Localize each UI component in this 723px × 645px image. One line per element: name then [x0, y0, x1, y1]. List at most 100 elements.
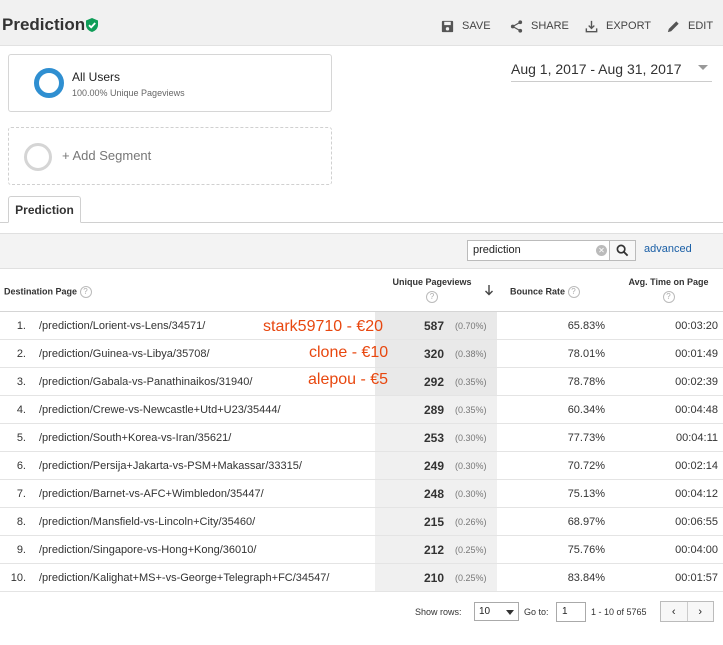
show-rows-label: Show rows:: [415, 607, 462, 617]
row-index: 7.: [16, 488, 26, 500]
table-row: 7. /prediction/Barnet-vs-AFC+Wimbledon/35…: [0, 480, 723, 508]
export-button[interactable]: EXPORT: [584, 17, 651, 35]
unique-pageviews-value: 212: [423, 543, 444, 557]
row-index: 6.: [16, 460, 26, 472]
unique-pageviews-value: 289: [423, 403, 444, 417]
add-segment-label: + Add Segment: [62, 148, 152, 163]
avg-time-value: 00:04:12: [675, 488, 718, 500]
annotation-first-place: stark59710 - €20: [263, 318, 384, 335]
destination-page-link[interactable]: /prediction/South+Korea-vs-Iran/35621/: [39, 432, 231, 444]
share-icon: [510, 19, 523, 33]
save-button[interactable]: SAVE: [440, 17, 491, 35]
empty-segment-ring-icon: [24, 143, 52, 171]
row-index: 10.: [10, 572, 26, 584]
help-icon[interactable]: ?: [426, 291, 438, 303]
show-rows-select[interactable]: 10: [474, 602, 519, 621]
help-icon[interactable]: ?: [79, 286, 92, 298]
row-index: 4.: [16, 404, 26, 416]
col-header-bounce-rate[interactable]: Bounce Rate ?: [510, 286, 580, 298]
segment-subtitle: 100.00% Unique Pageviews: [72, 88, 185, 98]
next-page-button[interactable]: ›: [686, 602, 714, 621]
date-range-picker[interactable]: Aug 1, 2017 - Aug 31, 2017: [511, 56, 712, 82]
save-label: SAVE: [462, 20, 491, 32]
chevron-down-icon: [506, 610, 514, 615]
unique-pageviews-value: 587: [423, 319, 444, 333]
bounce-rate-value: 75.76%: [567, 544, 605, 556]
unique-pageviews-percent: (0.30%): [455, 461, 487, 471]
destination-page-link[interactable]: /prediction/Kalighat+MS+-vs-George+Teleg…: [39, 572, 329, 584]
bounce-rate-value: 60.34%: [567, 404, 605, 416]
unique-pageviews-percent: (0.35%): [455, 405, 487, 415]
sort-descending-icon[interactable]: [484, 284, 494, 296]
add-segment-button[interactable]: + Add Segment: [8, 127, 332, 185]
search-icon: [616, 244, 629, 257]
row-index: 3.: [16, 376, 26, 388]
show-rows-value: 10: [479, 606, 491, 617]
unique-pageviews-percent: (0.35%): [455, 377, 487, 387]
bounce-rate-value: 78.78%: [567, 376, 605, 388]
table-row: 10. /prediction/Kalighat+MS+-vs-George+Te…: [0, 564, 723, 592]
bounce-rate-value: 78.01%: [567, 348, 605, 360]
col-header-destination-label: Destination Page: [4, 286, 78, 297]
search-button[interactable]: [609, 240, 636, 261]
previous-page-button[interactable]: ‹: [661, 602, 687, 621]
unique-pageviews-percent: (0.25%): [455, 545, 487, 555]
destination-page-link[interactable]: /prediction/Singapore-vs-Hong+Kong/36010…: [39, 544, 256, 556]
edit-button[interactable]: EDIT: [666, 17, 713, 35]
destination-page-link[interactable]: /prediction/Lorient-vs-Lens/34571/: [39, 320, 205, 332]
tab-prediction[interactable]: Prediction: [8, 196, 81, 223]
avg-time-value: 00:01:49: [675, 348, 718, 360]
annotation-second-place: clone - €10: [309, 344, 389, 361]
table-row: 8. /prediction/Mansfield-vs-Lincoln+City/…: [0, 508, 723, 536]
row-index: 1.: [16, 320, 26, 332]
chevron-right-icon: ›: [698, 605, 703, 618]
share-button[interactable]: SHARE: [509, 17, 569, 35]
goto-page-input[interactable]: 1: [556, 602, 586, 622]
bounce-rate-value: 65.83%: [567, 320, 605, 332]
row-index: 5.: [16, 432, 26, 444]
unique-pageviews-value: 253: [423, 431, 444, 445]
destination-page-link[interactable]: /prediction/Guinea-vs-Libya/35708/: [39, 348, 210, 360]
share-label: SHARE: [531, 20, 569, 32]
advanced-filter-link[interactable]: advanced: [644, 243, 692, 255]
unique-pageviews-value: 210: [423, 571, 444, 585]
unique-pageviews-value: 215: [423, 515, 444, 529]
export-label: EXPORT: [606, 20, 652, 32]
destination-page-link[interactable]: /prediction/Mansfield-vs-Lincoln+City/35…: [39, 516, 255, 528]
segment-ring-icon: [34, 68, 64, 98]
row-index: 9.: [16, 544, 26, 556]
help-icon[interactable]: ?: [567, 286, 580, 298]
unique-pageviews-percent: (0.26%): [455, 517, 487, 527]
report-header: Prediction SAVE SHARE EXPORT EDIT: [0, 0, 723, 46]
col-header-unique-pageviews[interactable]: Unique Pageviews ?: [389, 277, 475, 303]
table-row: 9. /prediction/Singapore-vs-Hong+Kong/360…: [0, 536, 723, 564]
date-range-label: Aug 1, 2017 - Aug 31, 2017: [511, 60, 682, 77]
bounce-rate-value: 83.84%: [567, 572, 605, 584]
edit-label: EDIT: [688, 20, 714, 32]
unique-pageviews-percent: (0.30%): [455, 489, 487, 499]
page-title: Prediction: [2, 15, 86, 34]
row-index: 8.: [16, 516, 26, 528]
destination-page-link[interactable]: /prediction/Gabala-vs-Panathinaikos/3194…: [39, 376, 252, 388]
annotation-third-place: alepou - €5: [308, 371, 389, 388]
col-header-destination[interactable]: Destination Page ?: [4, 286, 92, 298]
pagination-range: 1 - 10 of 5765: [591, 607, 647, 617]
destination-page-link[interactable]: /prediction/Crewe-vs-Newcastle+Utd+U23/3…: [39, 404, 281, 416]
destination-page-link[interactable]: /prediction/Persija+Jakarta-vs-PSM+Makas…: [39, 460, 302, 472]
clear-search-icon[interactable]: ✕: [596, 245, 607, 256]
chevron-down-icon: [698, 65, 708, 70]
unique-pageviews-percent: (0.38%): [455, 349, 487, 359]
avg-time-value: 00:04:11: [675, 432, 718, 444]
table-row: 4. /prediction/Crewe-vs-Newcastle+Utd+U23…: [0, 396, 723, 424]
destination-page-link[interactable]: /prediction/Barnet-vs-AFC+Wimbledon/3544…: [39, 488, 264, 500]
verified-shield-icon: [86, 18, 98, 32]
unique-pageviews-value: 292: [423, 375, 444, 389]
avg-time-value: 00:04:00: [675, 544, 718, 556]
help-icon[interactable]: ?: [662, 291, 675, 303]
avg-time-value: 00:02:14: [675, 460, 718, 472]
unique-pageviews-percent: (0.25%): [455, 573, 487, 583]
segment-card-all-users[interactable]: All Users 100.00% Unique Pageviews: [8, 54, 332, 112]
col-header-avg-time[interactable]: Avg. Time on Page ?: [620, 277, 717, 303]
col-header-unique-pageviews-label: Unique Pageviews: [392, 277, 472, 287]
search-input[interactable]: prediction: [467, 240, 610, 261]
